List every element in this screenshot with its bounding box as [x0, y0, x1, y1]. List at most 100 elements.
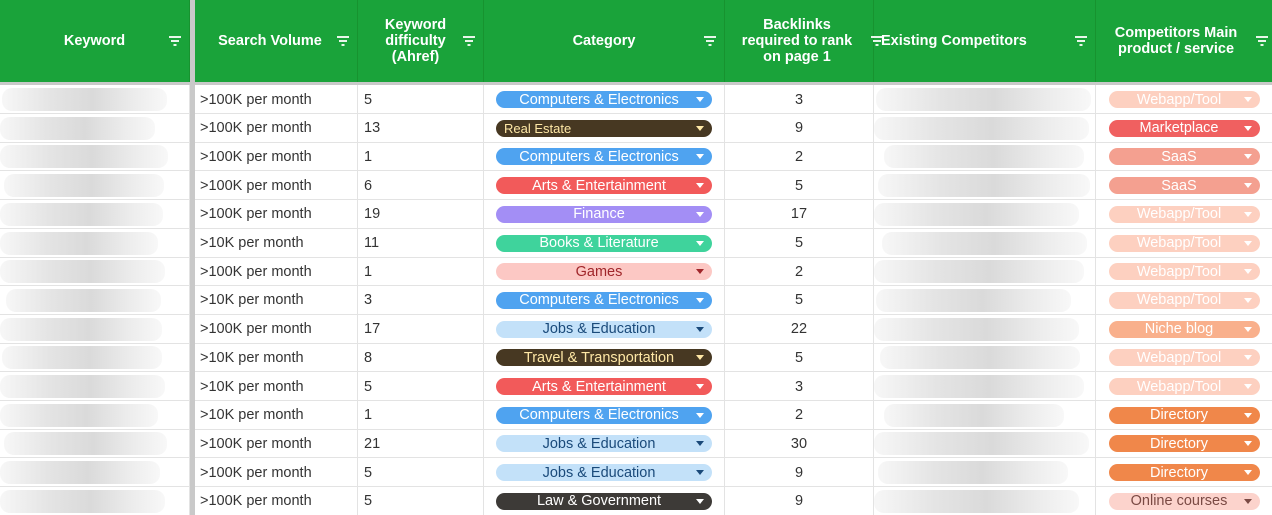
existing-competitors-cell[interactable]: [874, 257, 1096, 287]
category-chip[interactable]: Jobs & Education: [496, 435, 712, 453]
keyword-cell[interactable]: [0, 142, 190, 172]
backlinks-cell[interactable]: 17: [725, 199, 874, 229]
category-cell[interactable]: Arts & Entertainment: [484, 171, 725, 201]
category-cell[interactable]: Computers & Electronics: [484, 400, 725, 430]
category-chip[interactable]: Computers & Electronics: [496, 91, 712, 108]
keyword-difficulty-cell[interactable]: 21: [358, 429, 484, 459]
dropdown-arrow-icon[interactable]: [1243, 125, 1252, 131]
backlinks-cell[interactable]: 9: [725, 458, 874, 488]
keyword-difficulty-cell[interactable]: 5: [358, 85, 484, 114]
dropdown-arrow-icon[interactable]: [696, 269, 704, 275]
keyword-cell[interactable]: [0, 85, 190, 114]
competitor-product-cell[interactable]: SaaS: [1096, 171, 1272, 200]
backlinks-cell[interactable]: 2: [725, 400, 874, 430]
existing-competitors-cell[interactable]: [874, 314, 1096, 344]
keyword-difficulty-cell[interactable]: 1: [358, 257, 484, 287]
keyword-difficulty-cell[interactable]: 11: [358, 228, 484, 258]
existing-competitors-cell[interactable]: [874, 142, 1096, 172]
dropdown-arrow-icon[interactable]: [696, 326, 704, 332]
competitor-product-cell[interactable]: Webapp/Tool: [1096, 372, 1272, 401]
competitor-product-cell[interactable]: Niche blog: [1096, 315, 1272, 344]
dropdown-arrow-icon[interactable]: [696, 125, 704, 131]
dropdown-arrow-icon[interactable]: [696, 183, 704, 189]
search-volume-cell[interactable]: >100K per month: [195, 458, 358, 488]
competitor-product-cell[interactable]: Webapp/Tool: [1096, 200, 1272, 229]
backlinks-cell[interactable]: 5: [725, 171, 874, 201]
search-volume-cell[interactable]: >10K per month: [195, 285, 358, 315]
keyword-difficulty-cell[interactable]: 5: [358, 372, 484, 401]
search-volume-cell[interactable]: >100K per month: [195, 257, 358, 287]
filter-icon[interactable]: [1075, 36, 1087, 46]
category-cell[interactable]: Computers & Electronics: [484, 85, 725, 114]
keyword-difficulty-cell[interactable]: 5: [358, 458, 484, 488]
keyword-cell[interactable]: [0, 314, 190, 344]
search-volume-cell[interactable]: >100K per month: [195, 314, 358, 344]
keyword-difficulty-cell[interactable]: 6: [358, 171, 484, 201]
product-chip[interactable]: Directory: [1108, 406, 1260, 424]
filter-icon[interactable]: [1256, 36, 1268, 46]
search-volume-cell[interactable]: >10K per month: [195, 228, 358, 258]
filter-icon[interactable]: [337, 36, 349, 46]
product-chip[interactable]: Webapp/Tool: [1108, 291, 1260, 309]
dropdown-arrow-icon[interactable]: [1243, 412, 1252, 418]
keyword-cell[interactable]: [0, 285, 190, 315]
header-competitors-product[interactable]: Competitors Main product / service: [1096, 0, 1272, 82]
search-volume-cell[interactable]: >100K per month: [195, 199, 358, 229]
category-chip[interactable]: Jobs & Education: [496, 464, 712, 482]
category-cell[interactable]: Computers & Electronics: [484, 285, 725, 315]
product-chip[interactable]: SaaS: [1108, 148, 1260, 166]
dropdown-arrow-icon[interactable]: [1243, 498, 1252, 504]
category-chip[interactable]: Books & Literature: [496, 234, 712, 252]
backlinks-cell[interactable]: 5: [725, 285, 874, 315]
dropdown-arrow-icon[interactable]: [696, 441, 704, 447]
backlinks-cell[interactable]: 9: [725, 486, 874, 515]
product-chip[interactable]: Online courses: [1108, 492, 1260, 510]
dropdown-arrow-icon[interactable]: [696, 498, 704, 504]
filter-icon[interactable]: [704, 36, 716, 46]
existing-competitors-cell[interactable]: [874, 429, 1096, 459]
dropdown-arrow-icon[interactable]: [1243, 211, 1252, 217]
category-chip[interactable]: Computers & Electronics: [496, 148, 712, 166]
category-chip[interactable]: Arts & Entertainment: [496, 378, 712, 395]
product-chip[interactable]: Webapp/Tool: [1108, 91, 1260, 108]
category-chip[interactable]: Finance: [496, 205, 712, 223]
keyword-cell[interactable]: [0, 199, 190, 229]
dropdown-arrow-icon[interactable]: [696, 355, 704, 361]
competitor-product-cell[interactable]: Directory: [1096, 429, 1272, 458]
competitor-product-cell[interactable]: SaaS: [1096, 142, 1272, 171]
keyword-cell[interactable]: [0, 113, 190, 143]
backlinks-cell[interactable]: 3: [725, 372, 874, 401]
dropdown-arrow-icon[interactable]: [1243, 355, 1252, 361]
dropdown-arrow-icon[interactable]: [1243, 154, 1252, 160]
existing-competitors-cell[interactable]: [874, 199, 1096, 229]
backlinks-cell[interactable]: 3: [725, 85, 874, 114]
keyword-cell[interactable]: [0, 400, 190, 430]
keyword-difficulty-cell[interactable]: 1: [358, 142, 484, 172]
category-cell[interactable]: Jobs & Education: [484, 314, 725, 344]
search-volume-cell[interactable]: >100K per month: [195, 113, 358, 143]
dropdown-arrow-icon[interactable]: [696, 297, 704, 303]
backlinks-cell[interactable]: 2: [725, 142, 874, 172]
backlinks-cell[interactable]: 5: [725, 228, 874, 258]
keyword-cell[interactable]: [0, 228, 190, 258]
existing-competitors-cell[interactable]: [874, 285, 1096, 315]
existing-competitors-cell[interactable]: [874, 400, 1096, 430]
header-search-volume[interactable]: Search Volume: [195, 0, 358, 82]
dropdown-arrow-icon[interactable]: [1243, 326, 1252, 332]
category-chip[interactable]: Computers & Electronics: [496, 291, 712, 309]
search-volume-cell[interactable]: >100K per month: [195, 486, 358, 515]
category-chip[interactable]: Computers & Electronics: [496, 406, 712, 424]
category-cell[interactable]: Books & Literature: [484, 228, 725, 258]
competitor-product-cell[interactable]: Directory: [1096, 401, 1272, 430]
existing-competitors-cell[interactable]: [874, 85, 1096, 114]
category-cell[interactable]: Jobs & Education: [484, 429, 725, 459]
dropdown-arrow-icon[interactable]: [1243, 269, 1252, 275]
category-chip[interactable]: Jobs & Education: [496, 320, 712, 338]
dropdown-arrow-icon[interactable]: [1243, 297, 1252, 303]
category-cell[interactable]: Travel & Transportation: [484, 343, 725, 373]
competitor-product-cell[interactable]: Directory: [1096, 458, 1272, 487]
header-category[interactable]: Category: [484, 0, 725, 82]
existing-competitors-cell[interactable]: [874, 486, 1096, 515]
dropdown-arrow-icon[interactable]: [1243, 441, 1252, 447]
dropdown-arrow-icon[interactable]: [696, 470, 704, 476]
